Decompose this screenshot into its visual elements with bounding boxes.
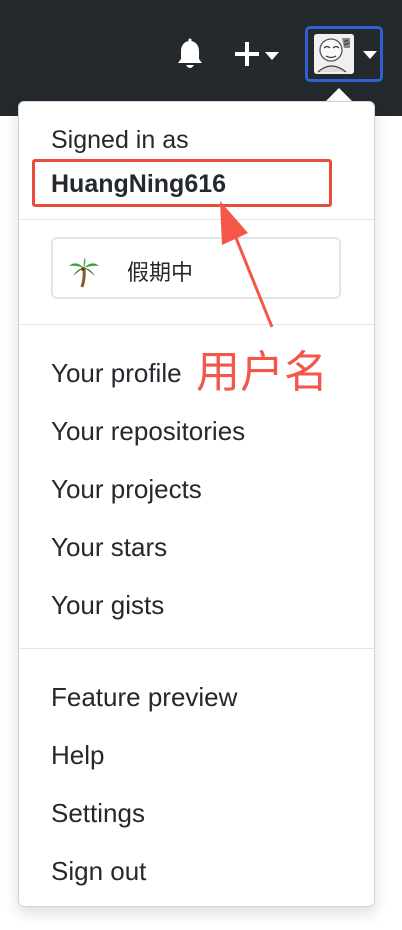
menu-item-your-repositories[interactable]: Your repositories [51,416,245,447]
menu-item-your-profile[interactable]: Your profile [51,358,182,389]
bell-icon[interactable] [174,38,206,72]
palm-tree-icon [69,257,99,288]
menu-item-sign-out[interactable]: Sign out [51,856,146,887]
annotation-label: 用户名 [196,347,328,398]
menu-item-settings[interactable]: Settings [51,798,145,829]
menu-item-help[interactable]: Help [51,740,104,771]
status-text: 假期中 [127,261,194,286]
chevron-down-icon [265,52,279,60]
menu-divider [19,648,374,649]
menu-divider [19,324,374,325]
user-dropdown-menu: Signed in as HuangNing616 假期中 Your profi… [18,101,375,907]
dropdown-caret [325,88,353,102]
menu-item-your-projects[interactable]: Your projects [51,474,202,505]
user-avatar [314,34,354,74]
create-new-dropdown[interactable] [233,40,285,70]
plus-icon [235,42,259,66]
menu-divider [19,219,374,220]
chevron-down-icon [363,51,377,59]
signed-in-label: Signed in as [51,126,189,154]
menu-item-your-stars[interactable]: Your stars [51,532,167,563]
annotation-arrow-icon [220,201,274,328]
menu-item-feature-preview[interactable]: Feature preview [51,682,237,713]
user-menu-button[interactable] [305,26,383,82]
set-status-button[interactable]: 假期中 [51,237,341,299]
menu-item-your-gists[interactable]: Your gists [51,590,164,621]
